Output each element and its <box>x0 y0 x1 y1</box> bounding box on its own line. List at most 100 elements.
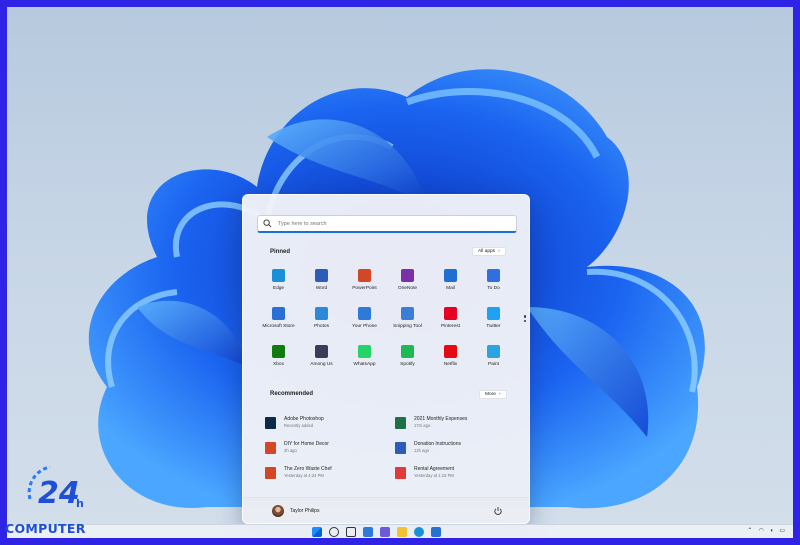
recommended-item[interactable]: Rental Agreement Yesterday at 1:15 PM <box>395 460 515 485</box>
recommended-text: Adobe Photoshop Recently added <box>284 416 324 429</box>
logo-text: COMPUTER <box>5 521 86 536</box>
spotify-icon <box>401 345 414 358</box>
recommended-time: Yesterday at 1:15 PM <box>414 473 454 478</box>
recommended-item[interactable]: Adobe Photoshop Recently added <box>265 410 395 435</box>
word-file-icon <box>395 441 406 454</box>
search-box[interactable] <box>257 215 517 233</box>
pinned-app-label: WhatsApp <box>353 362 376 367</box>
avatar[interactable] <box>272 505 284 517</box>
recommended-name: DIY for Home Decor <box>284 441 329 447</box>
pinned-app[interactable]: Edge <box>257 265 300 303</box>
page-indicator[interactable] <box>524 315 527 322</box>
recommended-name: Rental Agreement <box>414 466 455 472</box>
widgets-icon[interactable] <box>363 527 373 537</box>
pinned-app-label: Microsoft Store <box>262 324 295 329</box>
snipping-icon <box>401 307 414 320</box>
pinned-app[interactable]: Photos <box>300 303 343 341</box>
onenote-icon <box>401 269 414 282</box>
pinned-app[interactable]: Snipping Tool <box>386 303 429 341</box>
recommended-time: Recently added <box>284 423 314 428</box>
recommended-text: 2021 Monthly Expenses 17m ago <box>414 416 467 429</box>
logo-sub: h <box>76 497 84 510</box>
taskbar-icons <box>312 527 441 537</box>
powerpoint-icon <box>358 269 371 282</box>
edge-icon[interactable] <box>414 527 424 537</box>
battery-icon[interactable]: ▭ <box>779 527 785 534</box>
recommended-item[interactable]: Donation Instructions 12h ago <box>395 435 515 460</box>
task-view-icon[interactable] <box>346 527 356 537</box>
wifi-icon[interactable]: ◠ <box>758 527 763 534</box>
all-apps-label: All apps <box>478 249 496 254</box>
excel-icon <box>395 416 406 429</box>
page-dot <box>524 320 526 322</box>
pinned-app[interactable]: OneNote <box>386 265 429 303</box>
recommended-list: Adobe Photoshop Recently added 2021 Monthl… <box>265 410 515 485</box>
search-input[interactable] <box>278 220 498 227</box>
pinned-app[interactable]: Paint <box>472 341 515 379</box>
pinned-app[interactable]: Word <box>300 265 343 303</box>
pinned-app[interactable]: Netflix <box>429 341 472 379</box>
user-name[interactable]: Taylor Philips <box>290 508 319 514</box>
start-footer: Taylor Philips <box>243 497 529 523</box>
pinned-app-label: Your Phone <box>352 324 377 329</box>
pinned-app-label: Photos <box>314 324 329 329</box>
netflix-icon <box>444 345 457 358</box>
phone-icon <box>358 307 371 320</box>
all-apps-button[interactable]: All apps › <box>472 247 506 256</box>
recommended-time: 12h ago <box>414 448 430 453</box>
start-icon[interactable] <box>312 527 322 537</box>
search-icon <box>263 219 272 228</box>
recommended-text: The Zero Waste Chef Yesterday at 4:24 PM <box>284 466 332 479</box>
recommended-text: DIY for Home Decor 2h ago <box>284 441 329 454</box>
recommended-text: Donation Instructions 12h ago <box>414 441 461 454</box>
pinned-app-label: Snipping Tool <box>393 324 422 329</box>
todo-icon <box>487 269 500 282</box>
pinned-app[interactable]: Microsoft Store <box>257 303 300 341</box>
volume-icon[interactable]: ◖ <box>770 528 774 534</box>
recommended-time: Yesterday at 4:24 PM <box>284 473 324 478</box>
page-dot-active <box>524 315 526 318</box>
recommended-item[interactable]: The Zero Waste Chef Yesterday at 4:24 PM <box>265 460 395 485</box>
recommended-item[interactable]: 2021 Monthly Expenses 17m ago <box>395 410 515 435</box>
system-tray[interactable]: ⌃ ◠ ◖ ▭ <box>747 527 785 535</box>
store-icon[interactable] <box>431 527 441 537</box>
pinned-app[interactable]: PowerPoint <box>343 265 386 303</box>
photos-icon <box>315 307 328 320</box>
chevron-right-icon: › <box>498 249 500 254</box>
file-explorer-icon[interactable] <box>397 527 407 537</box>
more-label: More <box>485 392 496 397</box>
pinned-title: Pinned <box>270 249 291 255</box>
start-menu: Pinned All apps › Edge Word PowerPoint OneN… <box>242 194 530 524</box>
recommended-time: 2h ago <box>284 448 297 453</box>
search-icon[interactable] <box>329 527 339 537</box>
power-icon[interactable] <box>493 506 503 516</box>
pinned-app[interactable]: Xbox <box>257 341 300 379</box>
chevron-up-icon[interactable]: ⌃ <box>747 527 752 534</box>
recommended-item[interactable]: DIY for Home Decor 2h ago <box>265 435 395 460</box>
pinned-app[interactable]: Pinterest <box>429 303 472 341</box>
pinned-app-label: To Do <box>487 286 500 291</box>
pinned-app[interactable]: Spotify <box>386 341 429 379</box>
pinned-app[interactable]: Your Phone <box>343 303 386 341</box>
twitter-icon <box>487 307 500 320</box>
pinned-app[interactable]: Among Us <box>300 341 343 379</box>
pinned-app-label: Word <box>315 286 328 291</box>
recommended-text: Rental Agreement Yesterday at 1:15 PM <box>414 466 454 479</box>
recommended-time: 17m ago <box>414 423 431 428</box>
pinned-apps-grid: Edge Word PowerPoint OneNote Mail To Do Micros… <box>257 265 515 379</box>
pinned-app[interactable]: To Do <box>472 265 515 303</box>
edge-icon <box>272 269 285 282</box>
pinned-app-label: OneNote <box>397 286 418 291</box>
powerpoint-file-icon <box>265 441 276 454</box>
xbox-icon <box>272 345 285 358</box>
pinned-app-label: Xbox <box>273 362 284 367</box>
recommended-name: Donation Instructions <box>414 441 461 447</box>
logo-number: 24 <box>38 476 80 511</box>
pinned-app[interactable]: Twitter <box>472 303 515 341</box>
pinned-app[interactable]: Mail <box>429 265 472 303</box>
more-button[interactable]: More › <box>479 390 507 399</box>
pinned-app[interactable]: WhatsApp <box>343 341 386 379</box>
chat-icon[interactable] <box>380 527 390 537</box>
powerpoint-file-icon <box>265 466 276 479</box>
among-us-icon <box>315 345 328 358</box>
